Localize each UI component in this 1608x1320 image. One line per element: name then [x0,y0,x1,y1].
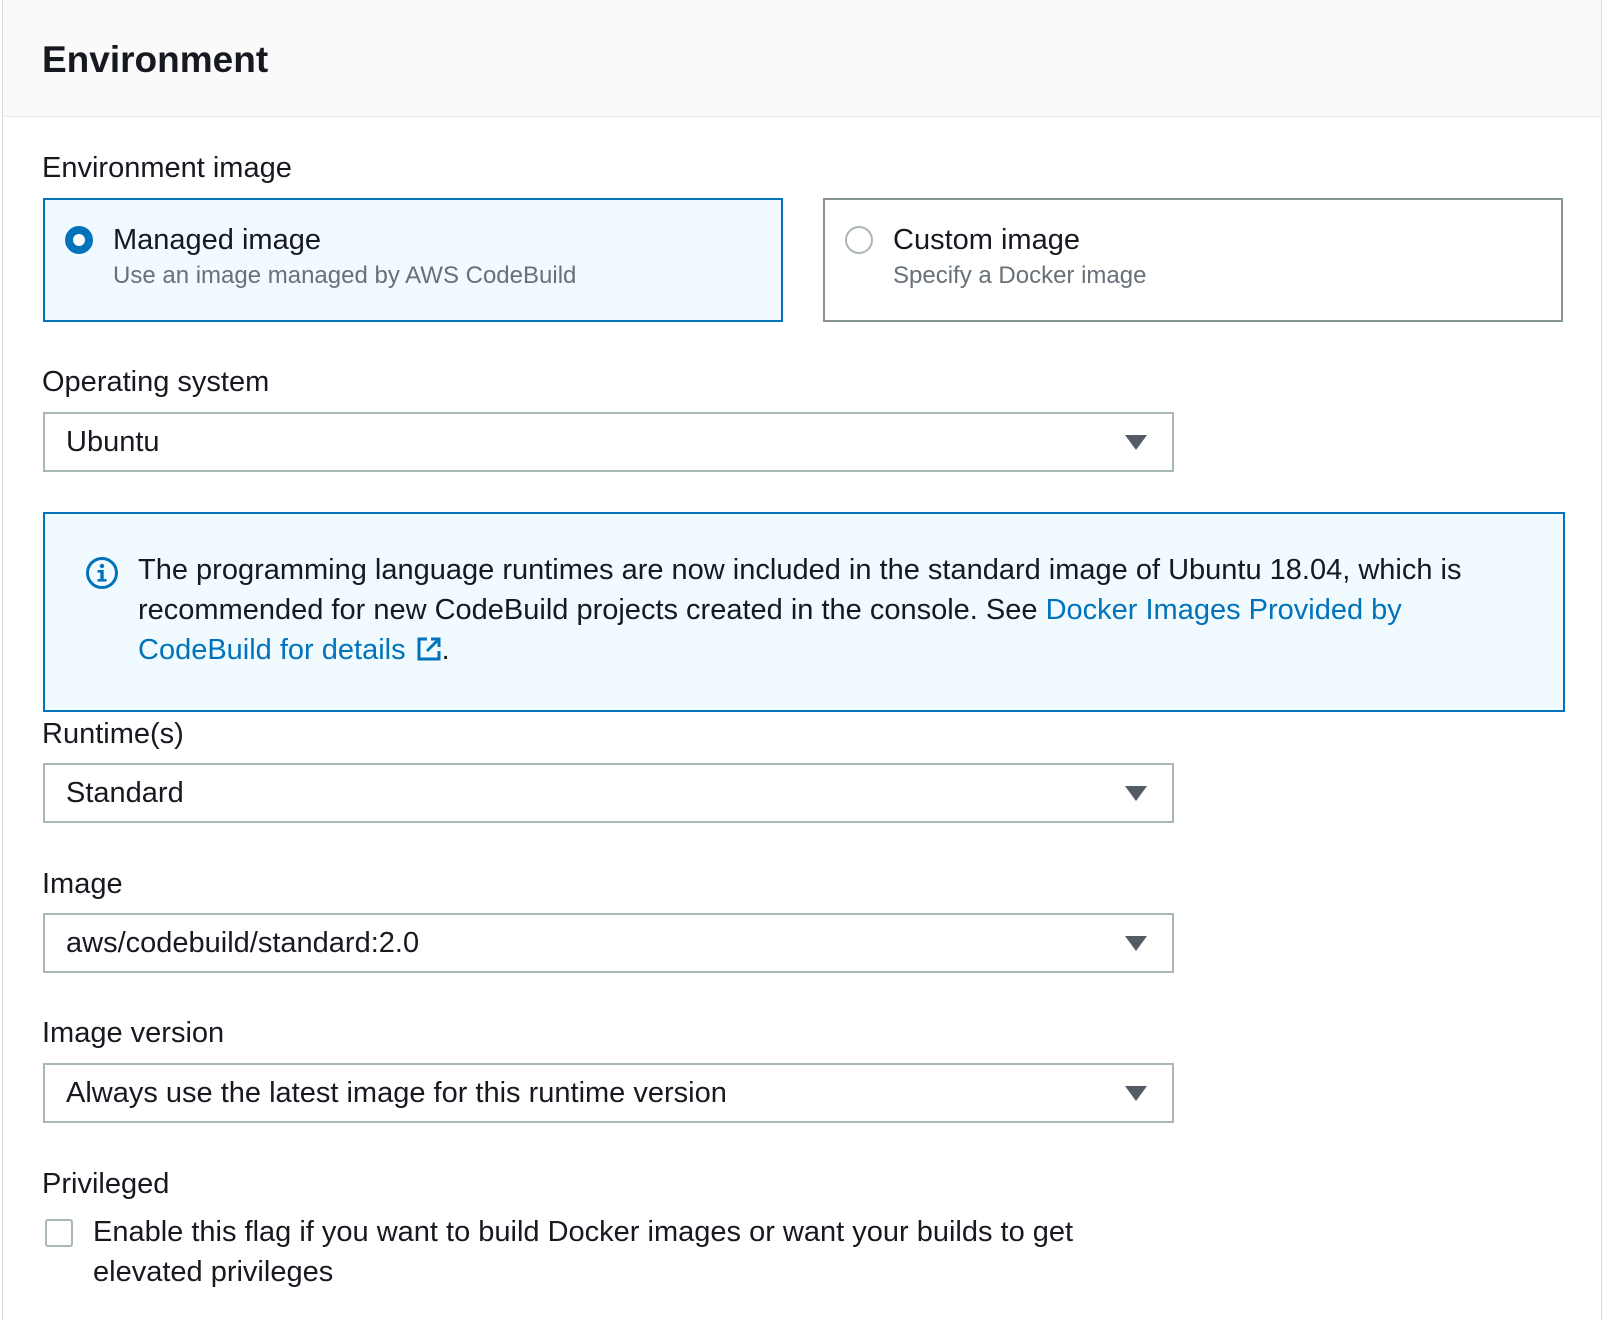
panel-title: Environment [42,39,269,80]
operating-system-label: Operating system [42,366,270,398]
environment-panel: Environment Environment image Managed im… [2,0,1602,1320]
caret-down-icon [1125,786,1147,801]
custom-image-title: Custom image [893,224,1080,256]
managed-image-radio[interactable] [65,226,93,254]
environment-image-label: Environment image [42,152,292,184]
image-version-value: Always use the latest image for this run… [66,1077,727,1109]
image-select[interactable]: aws/codebuild/standard:2.0 [43,913,1174,973]
info-icon [86,557,118,589]
custom-image-tile[interactable]: Custom image Specify a Docker image [823,198,1563,322]
image-version-select[interactable]: Always use the latest image for this run… [43,1063,1174,1123]
panel-header: Environment [3,0,1601,117]
managed-image-title: Managed image [113,224,321,256]
custom-image-radio[interactable] [845,226,873,254]
privileged-checkbox[interactable] [45,1219,73,1247]
managed-image-tile[interactable]: Managed image Use an image managed by AW… [43,198,783,322]
caret-down-icon [1125,435,1147,450]
runtime-label: Runtime(s) [42,718,184,750]
info-message: The programming language runtimes are no… [138,550,1528,670]
external-link-icon [417,637,441,661]
image-label: Image [42,868,123,900]
caret-down-icon [1125,936,1147,951]
image-value: aws/codebuild/standard:2.0 [66,927,420,959]
privileged-label: Privileged [42,1168,170,1200]
managed-image-description: Use an image managed by AWS CodeBuild [113,262,577,289]
privileged-checkbox-label[interactable]: Enable this flag if you want to build Do… [93,1212,1133,1292]
info-alert: The programming language runtimes are no… [43,512,1565,712]
operating-system-select[interactable]: Ubuntu [43,412,1174,472]
info-message-suffix: . [441,634,450,666]
operating-system-value: Ubuntu [66,426,160,458]
runtime-select[interactable]: Standard [43,763,1174,823]
caret-down-icon [1125,1086,1147,1101]
runtime-value: Standard [66,777,184,809]
image-version-label: Image version [42,1017,225,1049]
custom-image-description: Specify a Docker image [893,262,1147,289]
